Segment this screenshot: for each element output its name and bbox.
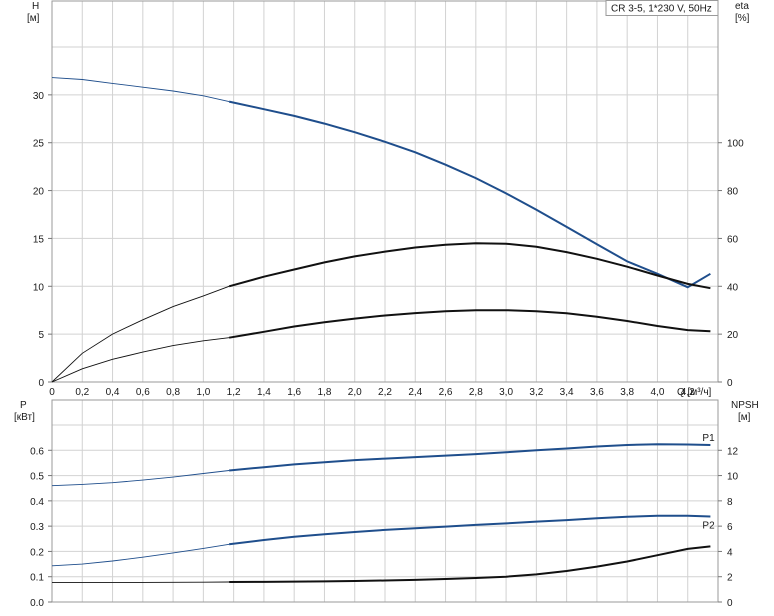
series-eta-pump-line: [229, 310, 710, 338]
series-p1-line: [229, 444, 710, 470]
x-tick-label: 0,2: [75, 387, 89, 398]
x-tick-label: 3,0: [499, 387, 513, 398]
y-tick-label: 20: [33, 187, 45, 198]
upper-right-axis-name: eta: [735, 1, 749, 12]
x-tick-label: 2,4: [408, 387, 422, 398]
y2-tick-label: 100: [727, 139, 744, 150]
lower-left-axis-unit: [кВт]: [14, 412, 35, 423]
y2-tick-label: 10: [727, 472, 739, 483]
grid-layer: [52, 1, 718, 602]
x-tick-label: 0,4: [106, 387, 120, 398]
lower-right-axis-name: NPSH: [731, 400, 759, 411]
y2-tick-label: 60: [727, 234, 739, 245]
y-tick-label: 10: [33, 282, 45, 293]
y2-tick-label: 0: [727, 598, 733, 609]
x-tick-label: 4,0: [651, 387, 665, 398]
y-tick-label: 30: [33, 91, 45, 102]
y-tick-label: 0: [38, 378, 44, 389]
series-p2-label: P2: [702, 521, 715, 532]
x-tick-label: 1,8: [318, 387, 332, 398]
x-tick-label: 2,0: [348, 387, 362, 398]
lower-right-axis-unit: [м]: [738, 412, 751, 423]
x-tick-label: 3,2: [529, 387, 543, 398]
y2-tick-label: 6: [727, 522, 733, 533]
y2-tick-label: 12: [727, 446, 739, 457]
upper-left-axis-name: H: [32, 1, 39, 12]
y-tick-label: 0.5: [30, 472, 44, 483]
x-tick-label: 0,8: [166, 387, 180, 398]
x-tick-label: 2,2: [378, 387, 392, 398]
series-p2-line: [229, 516, 710, 545]
y-tick-label: 25: [33, 139, 45, 150]
series-layer: [52, 78, 710, 583]
x-axis-label: Q [м³/ч]: [677, 387, 712, 398]
x-tick-label: 0,6: [136, 387, 150, 398]
y-tick-label: 5: [38, 330, 44, 341]
lower-left-axis-name: P: [20, 400, 27, 411]
y2-tick-label: 0: [727, 378, 733, 389]
y-tick-label: 0.6: [30, 446, 44, 457]
y-tick-label: 0.2: [30, 547, 44, 558]
x-tick-label: 1,6: [287, 387, 301, 398]
label-layer: 05101520253002040608010000,20,40,60,81,0…: [30, 91, 744, 609]
x-tick-label: 2,8: [469, 387, 483, 398]
series-p1-line-thin: [52, 471, 229, 486]
series-eta-pump-line-thin: [52, 338, 229, 382]
upper-right-axis-unit: [%]: [735, 13, 750, 24]
x-tick-label: 3,4: [560, 387, 574, 398]
pump-performance-svg: 05101520253002040608010000,20,40,60,81,0…: [0, 0, 774, 611]
x-tick-label: 2,6: [439, 387, 453, 398]
upper-left-axis-unit: [м]: [27, 13, 40, 24]
x-tick-label: 0: [49, 387, 55, 398]
legend: CR 3-5, 1*230 V, 50Hz: [606, 1, 718, 16]
y2-tick-label: 20: [727, 330, 739, 341]
series-h-line: [229, 102, 710, 288]
series-p1-label: P1: [702, 433, 715, 444]
y2-tick-label: 2: [727, 573, 733, 584]
series-p2-line-thin: [52, 544, 229, 566]
y2-tick-label: 40: [727, 282, 739, 293]
x-tick-label: 3,6: [590, 387, 604, 398]
x-tick-label: 1,4: [257, 387, 271, 398]
y-tick-label: 0.4: [30, 497, 44, 508]
y2-tick-label: 4: [727, 547, 733, 558]
y-tick-label: 0.3: [30, 522, 44, 533]
y-tick-label: 15: [33, 234, 45, 245]
x-tick-label: 3,8: [620, 387, 634, 398]
y2-tick-label: 8: [727, 497, 733, 508]
x-tick-label: 1,2: [227, 387, 241, 398]
pump-performance-figure: 05101520253002040608010000,20,40,60,81,0…: [0, 0, 774, 611]
legend-text: CR 3-5, 1*230 V, 50Hz: [611, 4, 712, 15]
x-tick-label: 1,0: [196, 387, 210, 398]
series-h-line-thin: [52, 78, 229, 102]
y-tick-label: 0.0: [30, 598, 44, 609]
y2-tick-label: 80: [727, 187, 739, 198]
y-tick-label: 0.1: [30, 573, 44, 584]
